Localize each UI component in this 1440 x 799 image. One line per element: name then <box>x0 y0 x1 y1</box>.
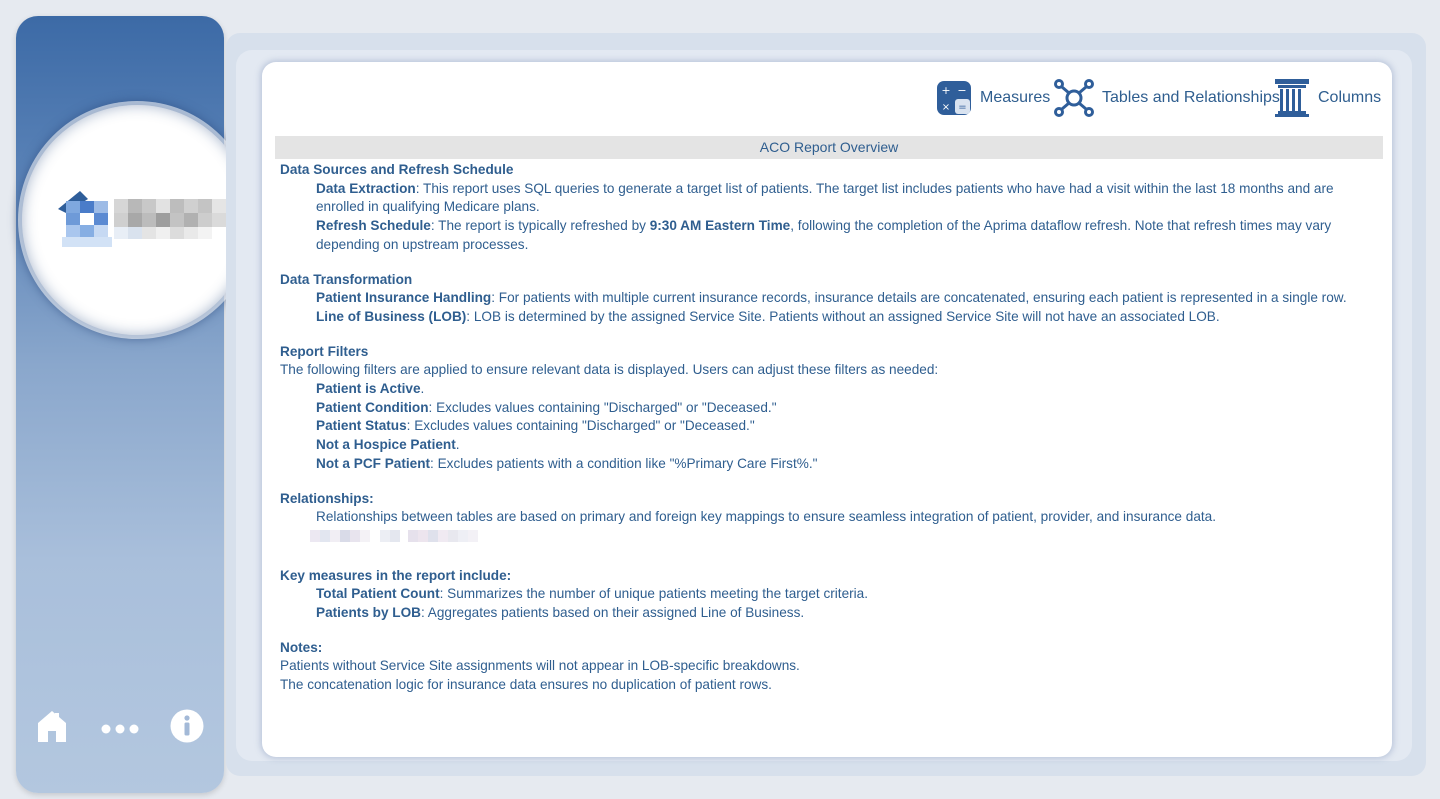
tables-relationships-label: Tables and Relationships <box>1102 89 1280 106</box>
section-transformation: Data Transformation Patient Insurance Ha… <box>280 271 1380 327</box>
section-heading: Report Filters <box>280 343 369 359</box>
report-content: Data Sources and Refresh Schedule Data E… <box>280 161 1380 711</box>
info-icon <box>170 709 204 743</box>
info-button[interactable] <box>170 709 204 743</box>
list-item: Patient Condition: Excludes values conta… <box>280 399 1380 418</box>
item-text: : Excludes patients with a condition lik… <box>430 455 818 471</box>
sidebar <box>16 16 252 793</box>
item-text: : This report uses SQL queries to genera… <box>316 180 1334 215</box>
note-line: The concatenation logic for insurance da… <box>280 677 772 693</box>
item-label: Not a Hospice Patient <box>316 437 456 453</box>
item-label: Total Patient Count <box>316 586 440 602</box>
list-item: Not a PCF Patient: Excludes patients wit… <box>280 455 1380 474</box>
section-relationships: Relationships: Relationships between tab… <box>280 490 1380 551</box>
item-label: Patient is Active <box>316 381 421 397</box>
item-label: Patient Insurance Handling <box>316 290 492 306</box>
columns-label: Columns <box>1318 89 1382 106</box>
item-label: Not a PCF Patient <box>316 455 431 471</box>
section-notes: Notes: Patients without Service Site ass… <box>280 639 1380 695</box>
svg-text:−: − <box>957 84 966 97</box>
svg-text:×: × <box>942 102 950 113</box>
svg-text:+: + <box>941 84 950 97</box>
section-filters: Report Filters The following filters are… <box>280 343 1380 474</box>
list-item: Patient is Active. <box>280 380 1380 399</box>
item-text: : The report is typically refreshed by <box>430 218 650 234</box>
note-line: Patients without Service Site assignment… <box>280 658 800 674</box>
item-text: : Excludes values containing "Discharged… <box>406 418 755 434</box>
list-item: Patient Status: Excludes values containi… <box>280 417 1380 436</box>
list-item: Line of Business (LOB): LOB is determine… <box>280 308 1380 327</box>
item-label: Patient Status <box>316 418 407 434</box>
list-item: Data Extraction: This report uses SQL qu… <box>280 180 1380 217</box>
section-intro: The following filters are applied to ens… <box>280 362 939 378</box>
home-icon <box>38 711 66 742</box>
report-title-bar: ACO Report Overview <box>275 136 1383 159</box>
section-measures: Key measures in the report include: Tota… <box>280 567 1380 623</box>
section-heading: Data Sources and Refresh Schedule <box>280 162 514 177</box>
item-text: : For patients with multiple current ins… <box>491 290 1347 306</box>
item-label: Patients by LOB <box>316 605 421 621</box>
section-heading: Key measures in the report include: <box>280 567 512 583</box>
item-label: Line of Business (LOB) <box>316 308 467 324</box>
redacted-text <box>310 529 478 542</box>
section-data-sources: Data Sources and Refresh Schedule Data E… <box>280 161 1380 255</box>
section-heading: Data Transformation <box>280 271 413 287</box>
refresh-time: 9:30 AM Eastern Time <box>649 218 791 234</box>
svg-text:=: = <box>958 102 966 113</box>
item-label: Data Extraction <box>316 180 416 196</box>
columns-button[interactable]: Columns <box>1274 78 1381 118</box>
list-item: Not a Hospice Patient. <box>280 436 1380 455</box>
more-dots-icon <box>101 724 139 734</box>
section-text: Relationships between tables are based o… <box>316 509 1216 525</box>
more-options-button[interactable] <box>100 720 140 734</box>
list-item: Patients by LOB: Aggregates patients bas… <box>280 604 1380 623</box>
network-icon <box>1054 79 1094 117</box>
measures-label: Measures <box>980 89 1051 106</box>
tables-relationships-button[interactable]: Tables and Relationships <box>1054 78 1280 118</box>
section-heading: Notes: <box>280 639 323 655</box>
list-item: Refresh Schedule: The report is typicall… <box>280 217 1380 254</box>
list-item: Total Patient Count: Summarizes the numb… <box>280 585 1380 604</box>
section-heading: Relationships: <box>280 490 374 506</box>
logo-image <box>58 191 226 247</box>
item-text: . <box>455 437 460 453</box>
logo-badge <box>22 105 252 335</box>
item-label: Patient Condition <box>316 399 429 415</box>
sidebar-nav <box>16 706 224 756</box>
item-text: . <box>420 381 425 397</box>
item-text: : Excludes values containing "Discharged… <box>428 399 777 415</box>
item-label: Refresh Schedule <box>316 218 431 234</box>
calculator-icon: + − × = <box>937 81 971 115</box>
item-text: : Aggregates patients based on their ass… <box>421 605 805 621</box>
report-toolbar: + − × = Measures Tables and Relationship… <box>936 78 1384 118</box>
item-text: : LOB is determined by the assigned Serv… <box>466 308 1220 324</box>
column-pillar-icon <box>1275 79 1309 117</box>
measures-button[interactable]: + − × = Measures <box>936 78 1050 118</box>
home-button[interactable] <box>37 709 67 743</box>
item-text: : Summarizes the number of unique patien… <box>439 586 869 602</box>
list-item: Patient Insurance Handling: For patients… <box>280 289 1380 308</box>
